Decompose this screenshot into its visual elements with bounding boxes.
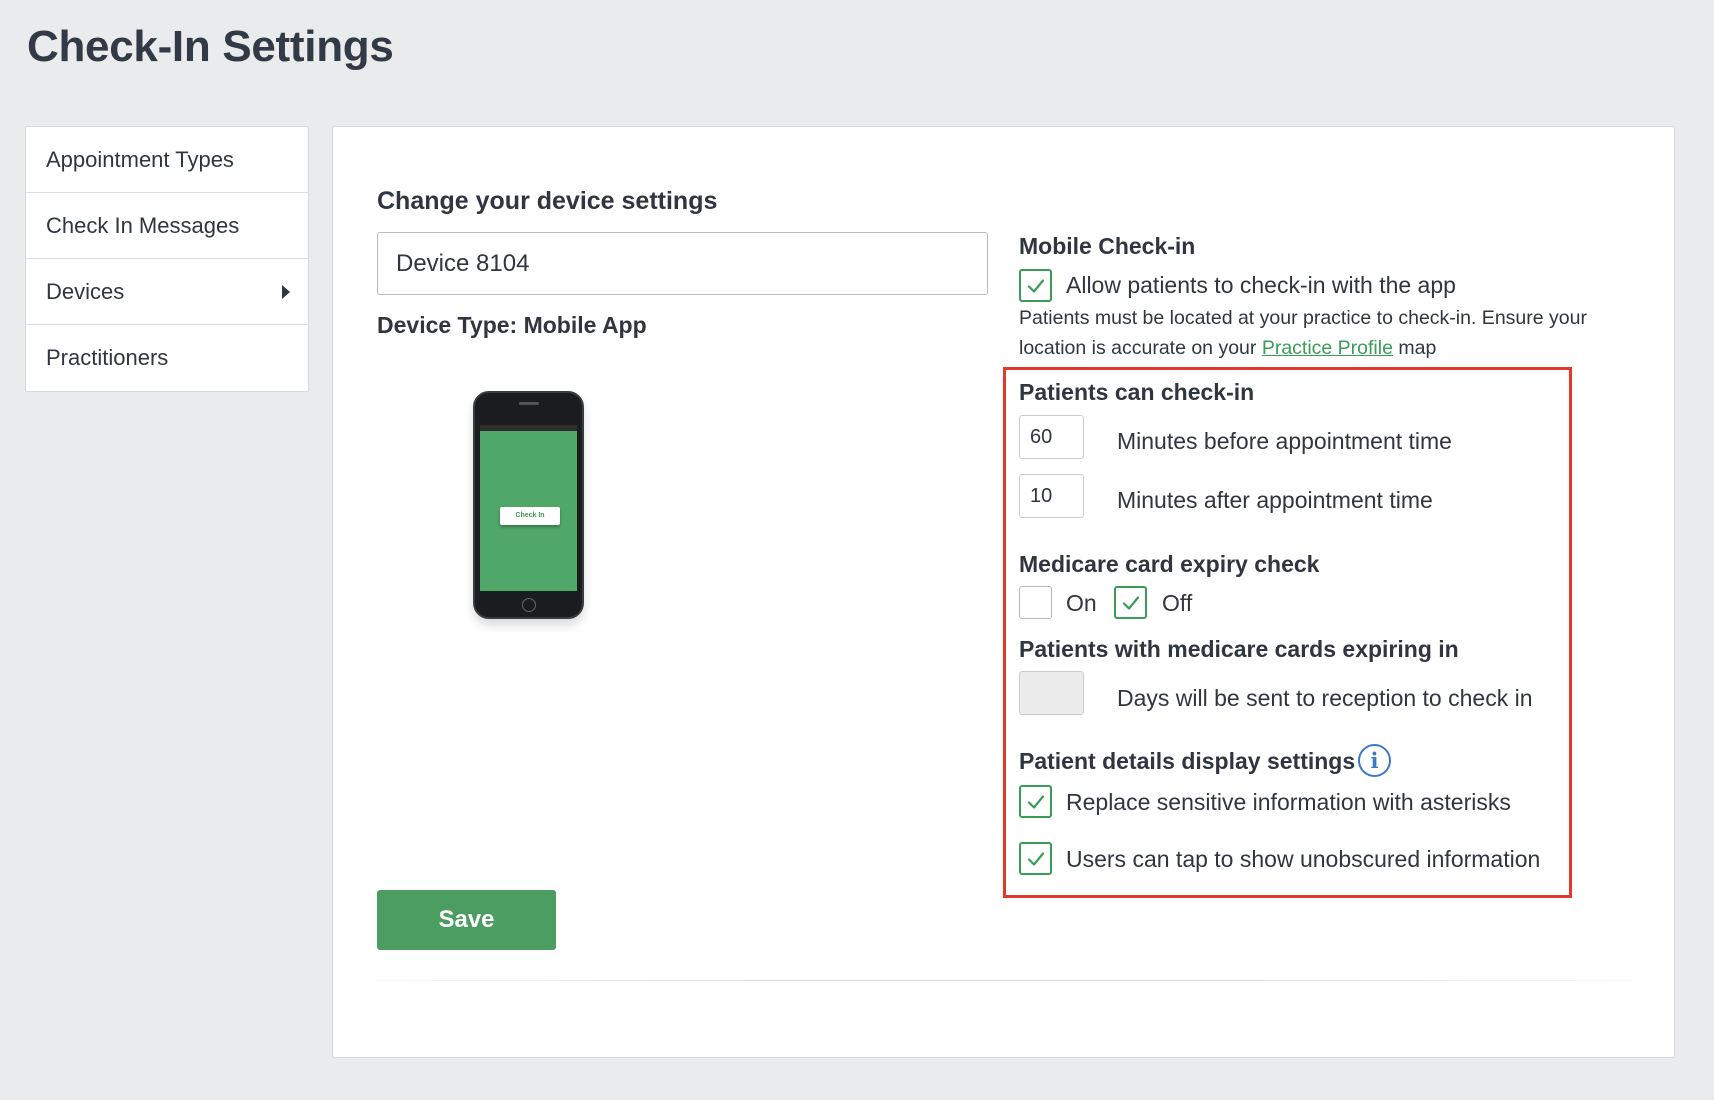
- minutes-before-label: Minutes before appointment time: [1117, 428, 1452, 454]
- allow-checkin-checkbox[interactable]: [1019, 269, 1052, 302]
- phone-image: Check In: [473, 391, 584, 619]
- sidebar-item-label: Check In Messages: [46, 212, 240, 238]
- phone-screen: Check In: [480, 425, 577, 591]
- medicare-on-checkbox[interactable]: [1019, 586, 1052, 619]
- medicare-on-label: On: [1066, 590, 1097, 616]
- sidebar-item-label: Devices: [46, 278, 125, 304]
- page-title: Check-In Settings: [27, 22, 394, 71]
- checkmark-icon: [1027, 851, 1044, 866]
- medicare-expiring-title: Patients with medicare cards expiring in: [1019, 636, 1459, 662]
- expiry-days-label: Days will be sent to reception to check …: [1117, 685, 1533, 711]
- patients-checkin-title: Patients can check-in: [1019, 379, 1255, 405]
- replace-asterisks-label: Replace sensitive information with aster…: [1066, 789, 1511, 815]
- checkmark-icon: [1122, 595, 1139, 610]
- phone-check-in-button: Check In: [500, 507, 560, 525]
- tap-unobscure-label: Users can tap to show unobscured informa…: [1066, 846, 1541, 872]
- sidebar-item-label: Practitioners: [46, 345, 169, 370]
- minutes-after-label: Minutes after appointment time: [1117, 487, 1433, 513]
- allow-checkin-label: Allow patients to check-in with the app: [1066, 272, 1456, 298]
- medicare-off-checkbox[interactable]: [1114, 586, 1147, 619]
- sidebar-item-devices[interactable]: Devices: [26, 259, 308, 325]
- phone-home-button: [522, 598, 536, 612]
- replace-asterisks-checkbox[interactable]: [1019, 785, 1052, 818]
- sidebar-item-practitioners[interactable]: Practitioners: [26, 325, 308, 391]
- sidebar-item-check-in-messages[interactable]: Check In Messages: [26, 193, 308, 259]
- location-note: Patients must be located at your practic…: [1019, 303, 1629, 363]
- medicare-off-label: Off: [1162, 590, 1193, 616]
- checkmark-icon: [1027, 794, 1044, 809]
- sidebar-item-label: Appointment Types: [46, 146, 234, 172]
- info-icon[interactable]: i: [1358, 744, 1391, 777]
- checkmark-icon: [1027, 278, 1044, 293]
- phone-speaker: [519, 402, 539, 405]
- save-button[interactable]: Save: [377, 890, 556, 950]
- phone-statusbar: [480, 425, 577, 431]
- minutes-before-input[interactable]: [1019, 415, 1084, 459]
- minutes-after-input[interactable]: [1019, 474, 1084, 518]
- tap-unobscure-checkbox[interactable]: [1019, 842, 1052, 875]
- location-note-suffix: map: [1398, 337, 1437, 359]
- caret-right-icon: [282, 284, 290, 299]
- device-type-label: Device Type: Mobile App: [377, 312, 647, 338]
- sidebar-item-appointment-types[interactable]: Appointment Types: [26, 127, 308, 193]
- sidebar: Appointment Types Check In Messages Devi…: [25, 126, 309, 392]
- divider: [377, 980, 1633, 981]
- medicare-expiry-title: Medicare card expiry check: [1019, 551, 1320, 577]
- practice-profile-link[interactable]: Practice Profile: [1262, 337, 1393, 359]
- display-settings-title: Patient details display settings: [1019, 748, 1356, 774]
- expiry-days-input[interactable]: [1019, 671, 1084, 715]
- mobile-checkin-title: Mobile Check-in: [1019, 233, 1196, 259]
- device-settings-title: Change your device settings: [377, 187, 718, 215]
- device-name-input[interactable]: [377, 232, 988, 295]
